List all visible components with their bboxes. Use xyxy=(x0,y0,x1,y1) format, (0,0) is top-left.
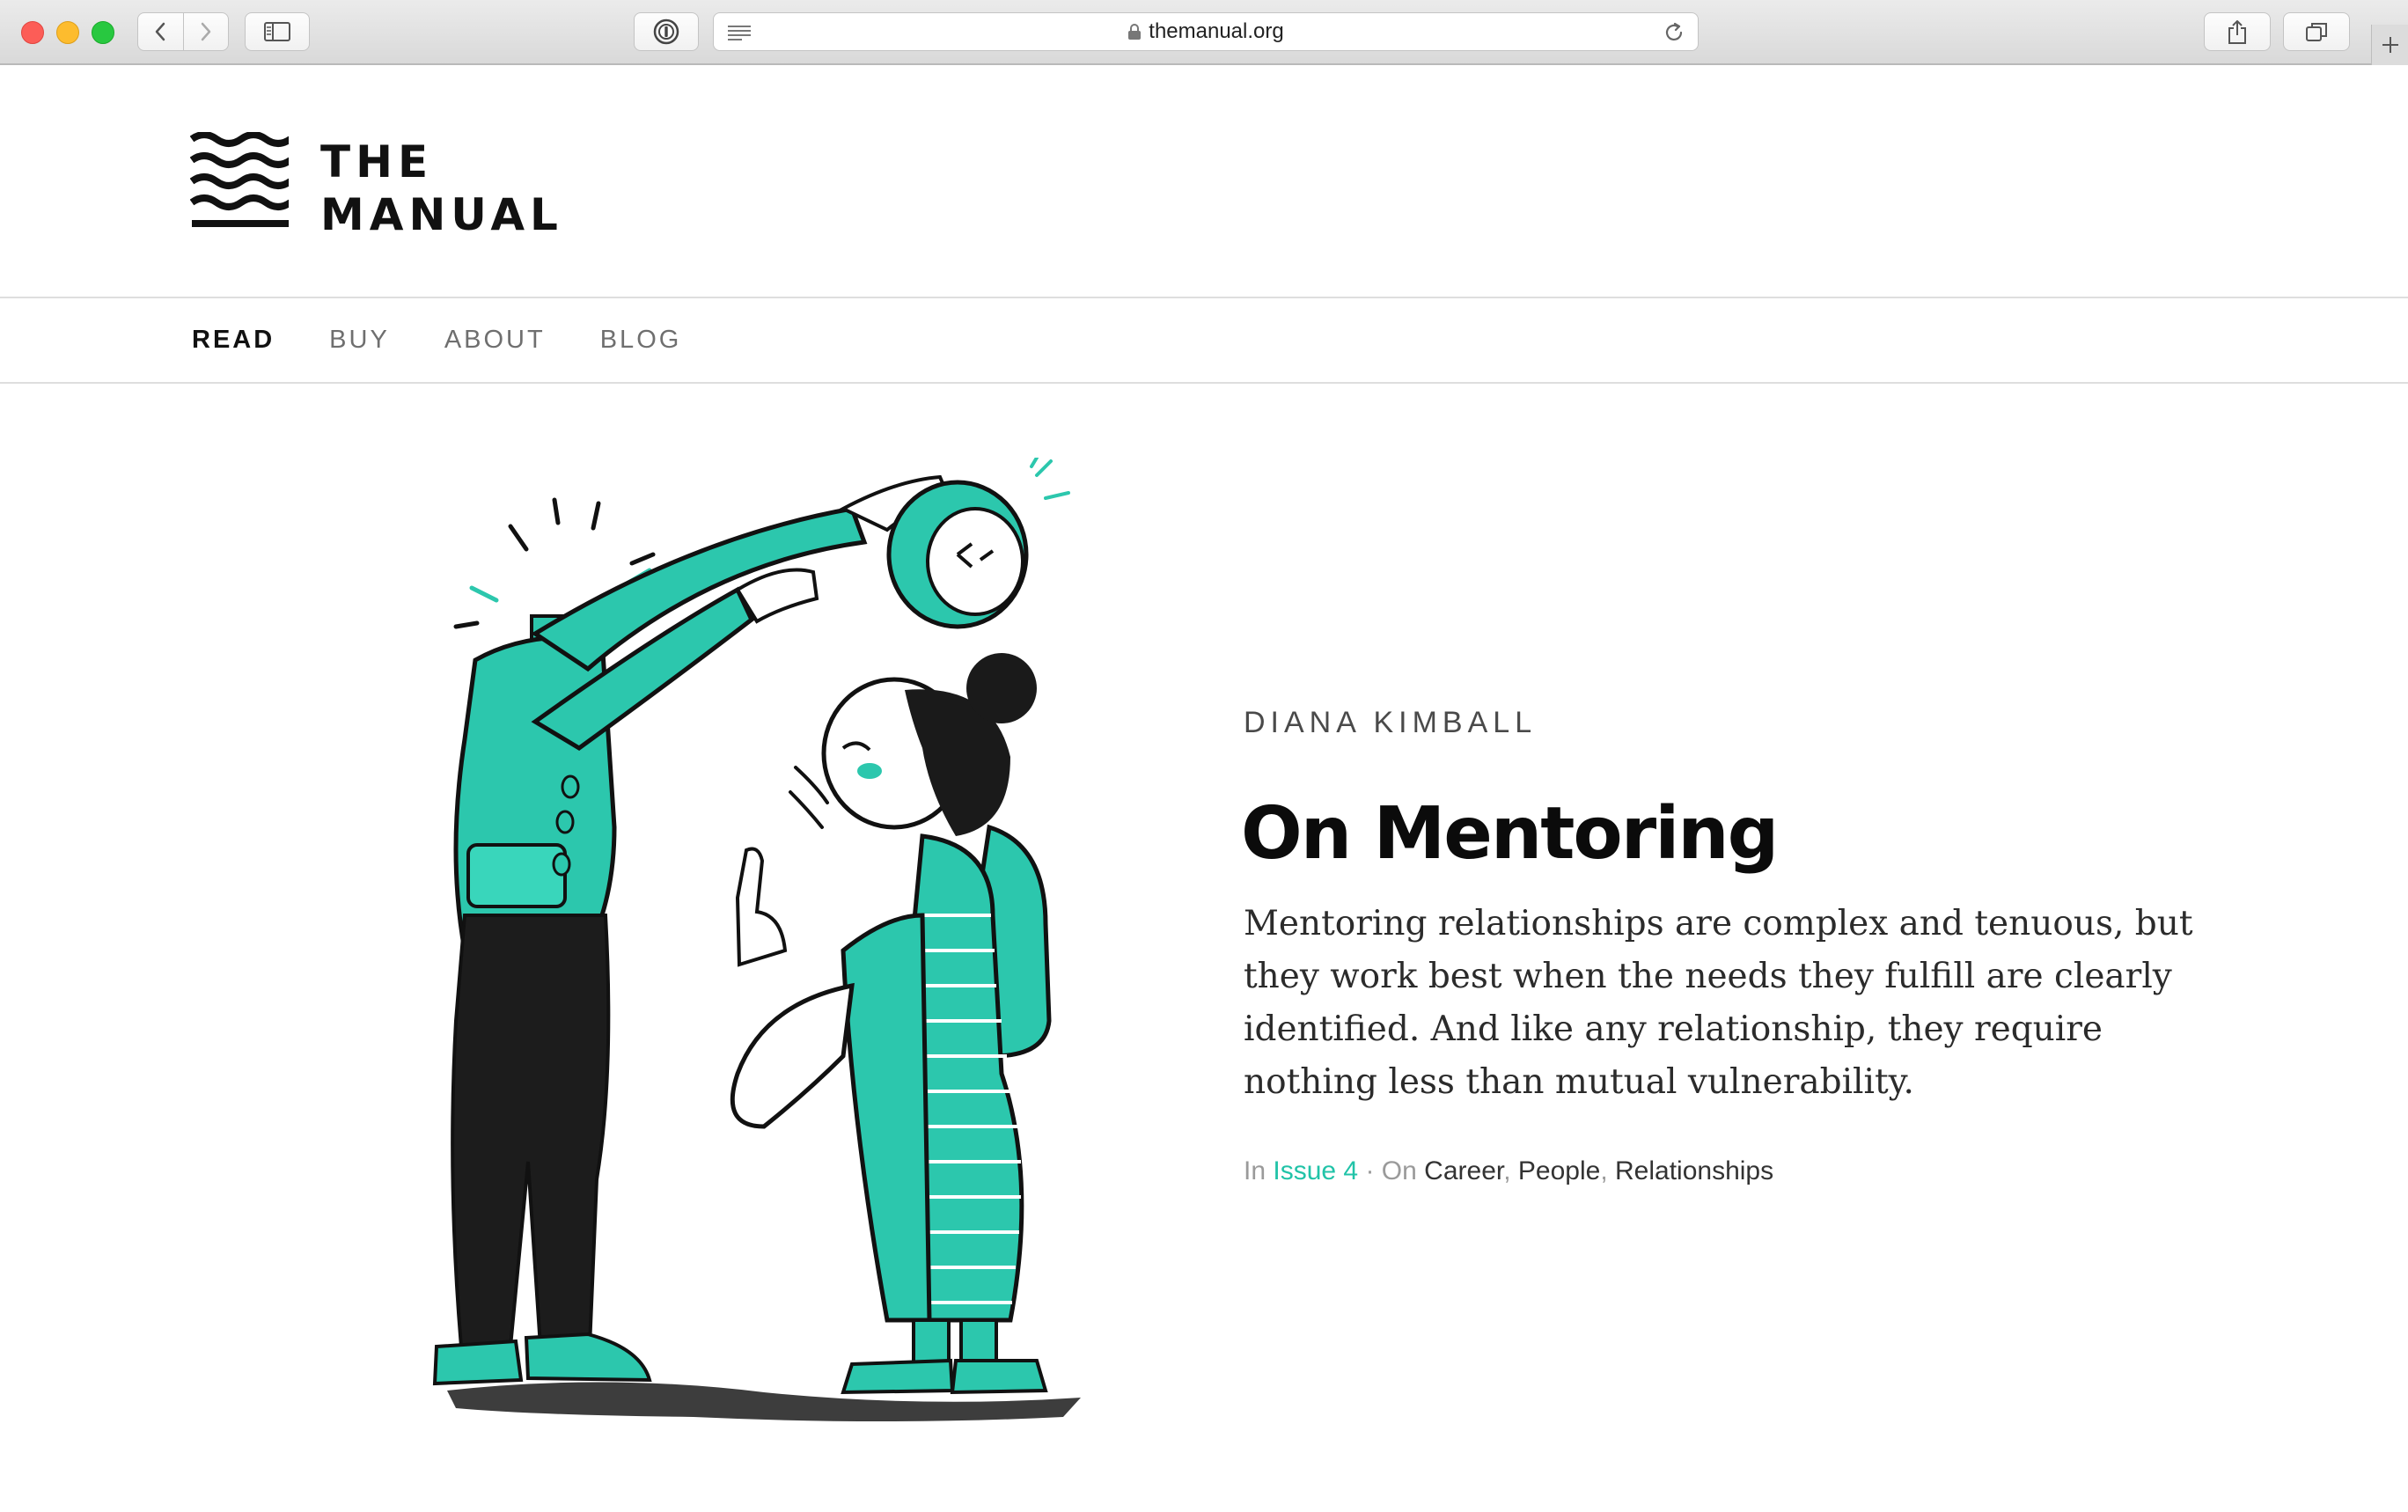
password-manager-button[interactable] xyxy=(634,12,699,51)
article-dek: Mentoring relationships are complex and … xyxy=(1244,904,2193,1102)
share-icon xyxy=(2228,20,2246,44)
nav-buy[interactable]: BUY xyxy=(329,324,390,356)
url-display: themanual.org xyxy=(714,13,1698,50)
new-tab-button[interactable] xyxy=(2371,25,2408,65)
share-button[interactable] xyxy=(2204,12,2271,51)
article-meta: In Issue 4 · On Career, People, Relation… xyxy=(1244,1154,1773,1189)
reload-icon[interactable] xyxy=(1663,21,1685,44)
nav-divider xyxy=(0,382,2408,384)
chevron-right-icon xyxy=(201,22,210,41)
back-button[interactable] xyxy=(138,13,183,50)
tag-link-career[interactable]: Career xyxy=(1424,1156,1503,1185)
meta-in-label: In xyxy=(1244,1156,1266,1185)
meta-on-label: On xyxy=(1381,1156,1417,1185)
tag-separator: , xyxy=(1503,1156,1511,1185)
window-minimize-button[interactable] xyxy=(56,21,79,44)
tag-link-people[interactable]: People xyxy=(1518,1156,1600,1185)
waves-logo-icon xyxy=(190,132,289,227)
window-close-button[interactable] xyxy=(21,21,44,44)
logo-line-2: MANUAL xyxy=(320,189,563,240)
main-nav: READ BUY ABOUT BLOG xyxy=(192,324,736,356)
password-manager-icon xyxy=(653,18,679,45)
url-text: themanual.org xyxy=(1149,19,1284,43)
address-bar[interactable]: themanual.org xyxy=(713,12,1699,51)
issue-link[interactable]: Issue 4 xyxy=(1273,1156,1358,1185)
window-zoom-button[interactable] xyxy=(92,21,114,44)
plus-icon xyxy=(2382,37,2398,53)
browser-toolbar: themanual.org xyxy=(0,0,2408,65)
article-title[interactable]: On Mentoring xyxy=(1241,790,1779,878)
history-nav xyxy=(137,12,229,51)
tabs-icon xyxy=(2306,23,2327,41)
nav-read[interactable]: READ xyxy=(192,324,275,356)
sidebar-icon xyxy=(264,22,290,41)
tab-overview-button[interactable] xyxy=(2283,12,2350,51)
header-divider xyxy=(0,297,2408,298)
logo-line-1: THE xyxy=(320,136,434,187)
mentoring-illustration xyxy=(432,458,1081,1421)
lock-icon xyxy=(1128,24,1142,40)
tag-separator: , xyxy=(1600,1156,1608,1185)
forward-button[interactable] xyxy=(182,13,229,50)
logo-wordmark: THE MANUAL xyxy=(320,136,563,241)
nav-blog[interactable]: BLOG xyxy=(600,324,682,356)
article-author[interactable]: DIANA KIMBALL xyxy=(1244,706,1537,740)
tag-link-relationships[interactable]: Relationships xyxy=(1615,1156,1773,1185)
meta-separator: · xyxy=(1365,1156,1375,1185)
nav-about[interactable]: ABOUT xyxy=(444,324,546,356)
chevron-left-icon xyxy=(156,22,165,41)
site-logo[interactable]: THE MANUAL xyxy=(190,132,563,241)
sidebar-toggle-button[interactable] xyxy=(245,12,310,51)
